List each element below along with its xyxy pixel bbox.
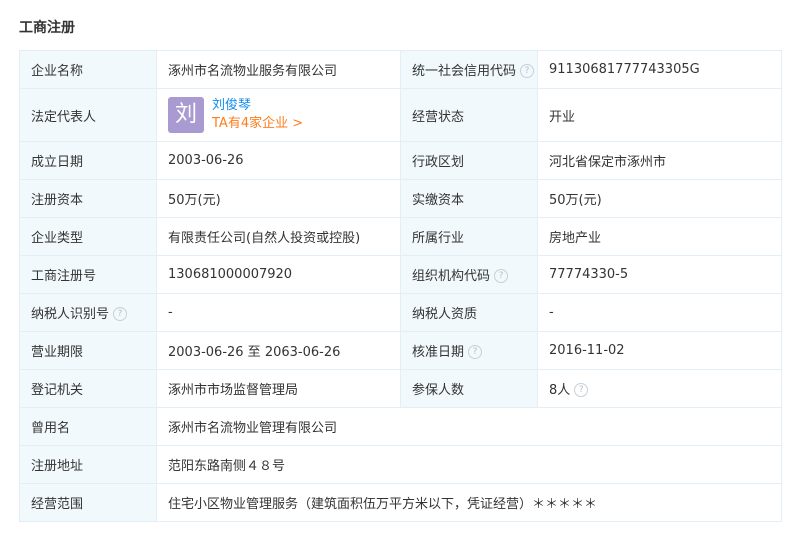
table-row: 经营范围 住宅小区物业管理服务（建筑面积伍万平方米以下，凭证经营）＊＊＊＊＊ xyxy=(19,483,782,522)
value-org-code: 77774330-5 xyxy=(537,255,782,294)
legal-rep-info: 刘俊琴 TA有4家企业 > xyxy=(212,97,303,133)
help-icon[interactable]: ? xyxy=(574,382,589,397)
label-approval-date-text: 核准日期 xyxy=(412,345,465,360)
value-business-term: 2003-06-26 至 2063-06-26 xyxy=(156,331,401,370)
table-row: 成立日期 2003-06-26 行政区划 河北省保定市涿州市 xyxy=(19,141,782,180)
value-business-scope: 住宅小区物业管理服务（建筑面积伍万平方米以下，凭证经营）＊＊＊＊＊ xyxy=(156,483,782,522)
table-row: 企业名称 涿州市名流物业服务有限公司 统一社会信用代码? 91130681777… xyxy=(19,50,782,89)
section-title: 工商注册 xyxy=(19,20,75,36)
label-registered-capital: 注册资本 xyxy=(19,179,157,218)
table-row: 工商注册号 130681000007920 组织机构代码? 77774330-5 xyxy=(19,255,782,294)
label-former-name: 曾用名 xyxy=(19,407,157,446)
value-insured-count-text: 8人 xyxy=(549,383,571,398)
help-icon[interactable]: ? xyxy=(494,268,509,283)
registration-table: 企业名称 涿州市名流物业服务有限公司 统一社会信用代码? 91130681777… xyxy=(19,50,782,522)
value-registered-address: 范阳东路南侧４８号 xyxy=(156,445,782,484)
value-registered-capital: 50万(元) xyxy=(156,179,401,218)
value-company-name: 涿州市名流物业服务有限公司 xyxy=(156,50,401,89)
value-admin-region: 河北省保定市涿州市 xyxy=(537,141,782,180)
table-row: 法定代表人 刘刘俊琴 TA有4家企业 > 经营状态 开业 xyxy=(19,88,782,142)
value-paid-capital: 50万(元) xyxy=(537,179,782,218)
label-org-code: 组织机构代码? xyxy=(400,255,538,294)
value-taxpayer-id: - xyxy=(156,293,401,332)
label-registration-number: 工商注册号 xyxy=(19,255,157,294)
table-row: 注册地址 范阳东路南侧４８号 xyxy=(19,445,782,484)
label-admin-region: 行政区划 xyxy=(400,141,538,180)
table-row: 企业类型 有限责任公司(自然人投资或控股) 所属行业 房地产业 xyxy=(19,217,782,256)
label-org-code-text: 组织机构代码 xyxy=(412,269,491,284)
label-credit-code-text: 统一社会信用代码 xyxy=(412,64,517,79)
value-industry: 房地产业 xyxy=(537,217,782,256)
value-company-type: 有限责任公司(自然人投资或控股) xyxy=(156,217,401,256)
label-status: 经营状态 xyxy=(400,88,538,142)
label-company-type: 企业类型 xyxy=(19,217,157,256)
value-registration-authority: 涿州市市场监督管理局 xyxy=(156,369,401,408)
value-registration-number: 130681000007920 xyxy=(156,255,401,294)
legal-rep-companies-link[interactable]: TA有4家企业 > xyxy=(212,115,303,133)
label-business-scope: 经营范围 xyxy=(19,483,157,522)
table-row: 登记机关 涿州市市场监督管理局 参保人数 8人? xyxy=(19,369,782,408)
label-paid-capital: 实缴资本 xyxy=(400,179,538,218)
help-icon[interactable]: ? xyxy=(113,306,128,321)
label-taxpayer-id: 纳税人识别号? xyxy=(19,293,157,332)
label-established-date: 成立日期 xyxy=(19,141,157,180)
label-approval-date: 核准日期? xyxy=(400,331,538,370)
value-legal-rep: 刘刘俊琴 TA有4家企业 > xyxy=(156,88,401,142)
table-row: 纳税人识别号? - 纳税人资质 - xyxy=(19,293,782,332)
label-insured-count: 参保人数 xyxy=(400,369,538,408)
label-company-name: 企业名称 xyxy=(19,50,157,89)
label-registered-address: 注册地址 xyxy=(19,445,157,484)
value-former-name: 涿州市名流物业管理有限公司 xyxy=(156,407,782,446)
legal-rep-name-link[interactable]: 刘俊琴 xyxy=(212,97,303,115)
help-icon[interactable]: ? xyxy=(468,344,483,359)
table-row: 注册资本 50万(元) 实缴资本 50万(元) xyxy=(19,179,782,218)
table-row: 营业期限 2003-06-26 至 2063-06-26 核准日期? 2016-… xyxy=(19,331,782,370)
label-taxpayer-id-text: 纳税人识别号 xyxy=(31,307,110,322)
value-status: 开业 xyxy=(537,88,782,142)
value-approval-date: 2016-11-02 xyxy=(537,331,782,370)
label-registration-authority: 登记机关 xyxy=(19,369,157,408)
label-taxpayer-qualification: 纳税人资质 xyxy=(400,293,538,332)
business-registration-panel: 工商注册 企业名称 涿州市名流物业服务有限公司 统一社会信用代码? 911306… xyxy=(0,0,800,547)
value-credit-code: 91130681777743305G xyxy=(537,50,782,89)
label-legal-rep: 法定代表人 xyxy=(19,88,157,142)
label-industry: 所属行业 xyxy=(400,217,538,256)
avatar[interactable]: 刘 xyxy=(168,97,204,133)
value-insured-count: 8人? xyxy=(537,369,782,408)
value-established-date: 2003-06-26 xyxy=(156,141,401,180)
label-business-term: 营业期限 xyxy=(19,331,157,370)
table-row: 曾用名 涿州市名流物业管理有限公司 xyxy=(19,407,782,446)
value-taxpayer-qualification: - xyxy=(537,293,782,332)
help-icon[interactable]: ? xyxy=(520,63,535,78)
label-credit-code: 统一社会信用代码? xyxy=(400,50,538,89)
